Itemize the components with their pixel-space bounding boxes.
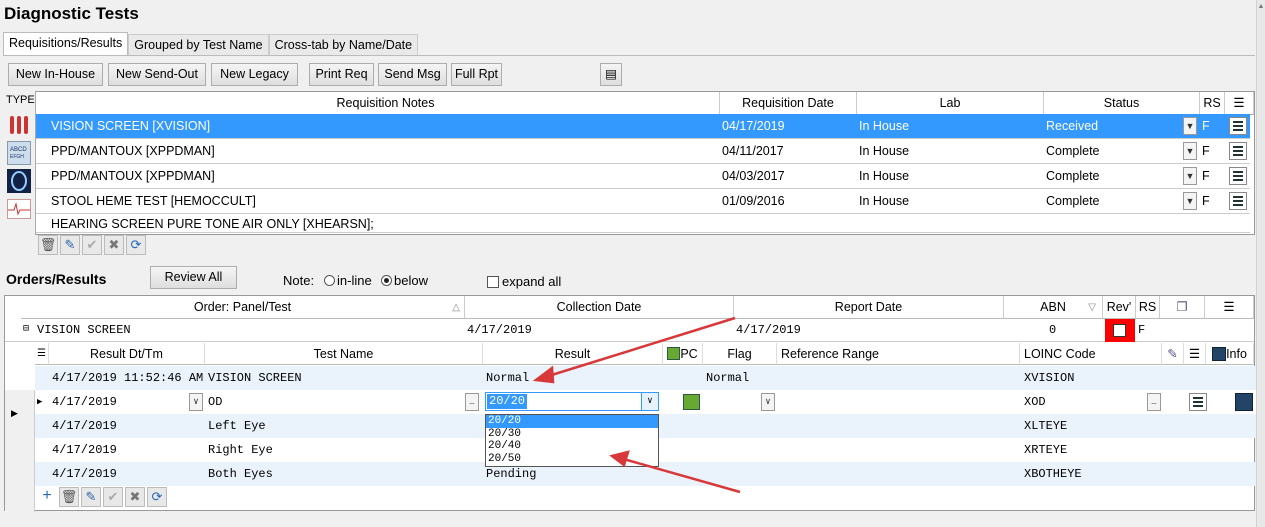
annotation-arrows bbox=[532, 316, 741, 494]
annotation-arrowhead bbox=[609, 450, 630, 468]
annotation-arrow-dropdown bbox=[619, 456, 741, 494]
annotation-arrow-normal bbox=[541, 316, 736, 380]
annotation-arrowhead bbox=[532, 365, 555, 384]
